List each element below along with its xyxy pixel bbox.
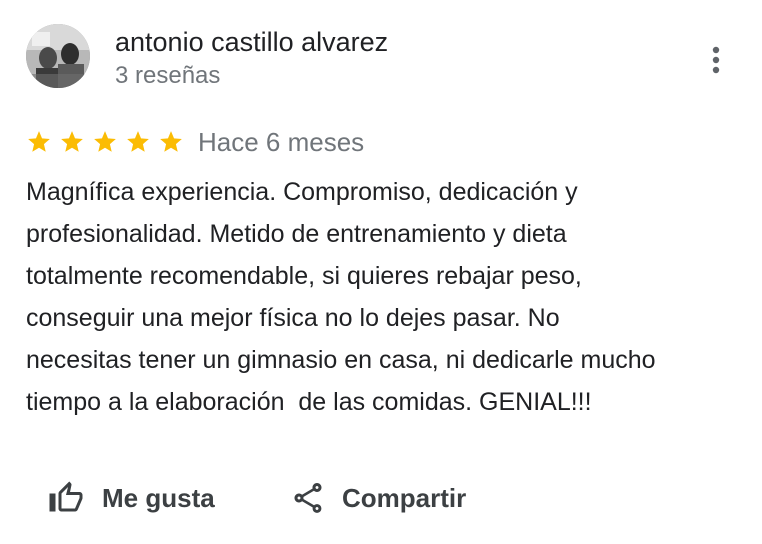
review-card: antonio castillo alvarez 3 reseñas Hace … [0, 0, 762, 544]
share-label[interactable]: Compartir [342, 483, 466, 514]
more-options-button[interactable] [700, 42, 732, 78]
star-icon [28, 131, 50, 152]
avatar-photo [26, 24, 90, 88]
avatar[interactable] [26, 24, 90, 88]
star-rating [26, 129, 191, 155]
author-name[interactable]: antonio castillo alvarez [115, 25, 388, 59]
like-label[interactable]: Me gusta [102, 483, 215, 514]
review-count[interactable]: 3 reseñas [115, 61, 220, 91]
rating-row: Hace 6 meses [26, 124, 364, 160]
review-date: Hace 6 meses [198, 127, 365, 157]
review-text: Magnífica experiencia. Compromiso, dedic… [26, 178, 656, 416]
star-icon [94, 131, 116, 152]
like-button[interactable]: Me gusta [48, 474, 215, 522]
share-button[interactable]: Compartir [290, 474, 466, 522]
star-icon [160, 131, 182, 152]
thumb-up-icon [49, 481, 83, 512]
more-vert-icon [712, 46, 720, 74]
star-icon [127, 131, 149, 152]
star-icon [61, 131, 83, 152]
share-icon [294, 483, 322, 513]
